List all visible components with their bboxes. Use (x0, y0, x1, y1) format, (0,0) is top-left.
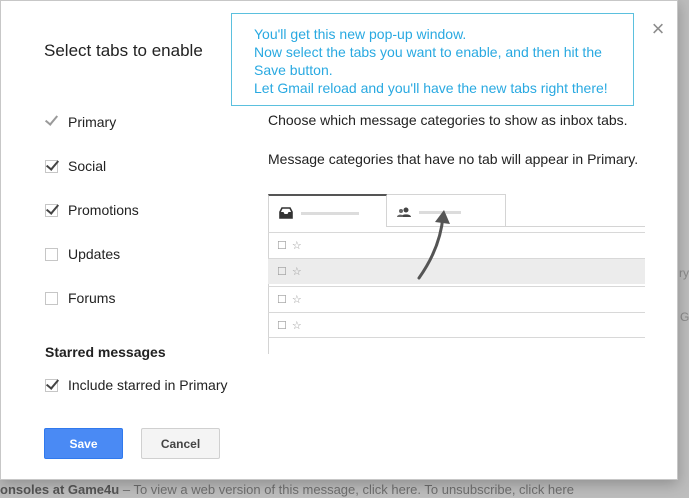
updates-checkbox[interactable] (45, 247, 58, 261)
social-checkbox[interactable] (45, 159, 58, 173)
primary-checkbox (45, 116, 58, 129)
row-checkbox-icon: ☐ (277, 266, 287, 278)
category-label: Updates (68, 246, 121, 262)
description-line: Message categories that have no tab will… (268, 151, 639, 167)
star-icon: ☆ (291, 319, 302, 332)
row-checkbox-icon: ☐ (277, 240, 287, 252)
bg-message-snippet: onsoles at Game4u – To view a web versio… (0, 482, 689, 498)
inbox-icon (279, 207, 293, 219)
row-checkbox-icon: ☐ (277, 294, 287, 306)
annotation-arrow (417, 210, 450, 280)
bg-fragment: ry (679, 266, 689, 280)
category-forums[interactable]: Forums (45, 288, 115, 308)
promotions-checkbox[interactable] (45, 203, 58, 217)
forums-checkbox[interactable] (45, 291, 58, 305)
close-icon[interactable]: × (649, 18, 667, 40)
category-label: Primary (68, 114, 117, 130)
bg-fragment: G (680, 310, 689, 324)
include-starred-checkbox[interactable] (45, 378, 58, 392)
preview-row: ☐ ☆ (268, 286, 645, 312)
callout-line: Now select the tabs you want to enable, … (254, 44, 602, 60)
save-button[interactable]: Save (44, 428, 123, 459)
star-icon: ☆ (291, 240, 302, 252)
category-label: Promotions (68, 202, 139, 218)
category-updates[interactable]: Updates (45, 244, 120, 264)
tab-placeholder-bar (301, 212, 359, 215)
preview-row: ☐ ☆ (268, 312, 645, 338)
tab-divider (506, 226, 645, 227)
star-icon: ☆ (291, 266, 302, 278)
category-promotions[interactable]: Promotions (45, 200, 139, 220)
cancel-button[interactable]: Cancel (141, 428, 220, 459)
category-primary: Primary (45, 112, 116, 132)
star-icon: ☆ (291, 294, 302, 306)
row-checkbox-icon: ☐ (277, 319, 287, 332)
bg-snippet-text: – To view a web version of this message,… (119, 482, 574, 497)
callout-line: Save button. (254, 62, 333, 78)
starred-heading: Starred messages (45, 344, 166, 360)
category-label: Social (68, 158, 107, 174)
preview-tab-primary (268, 194, 387, 227)
dialog-title: Select tabs to enable (44, 41, 203, 60)
instruction-callout: You'll get this new pop-up window. Now s… (231, 13, 634, 106)
include-starred-label: Include starred in Primary (68, 377, 228, 393)
callout-line: Let Gmail reload and you'll have the new… (254, 80, 608, 96)
bg-sender: onsoles at Game4u (0, 482, 120, 497)
include-starred-option[interactable]: Include starred in Primary (45, 375, 228, 395)
description-line: Choose which message categories to show … (268, 112, 628, 128)
category-social[interactable]: Social (45, 156, 106, 176)
category-label: Forums (68, 290, 116, 306)
callout-line: You'll get this new pop-up window. (254, 26, 467, 42)
